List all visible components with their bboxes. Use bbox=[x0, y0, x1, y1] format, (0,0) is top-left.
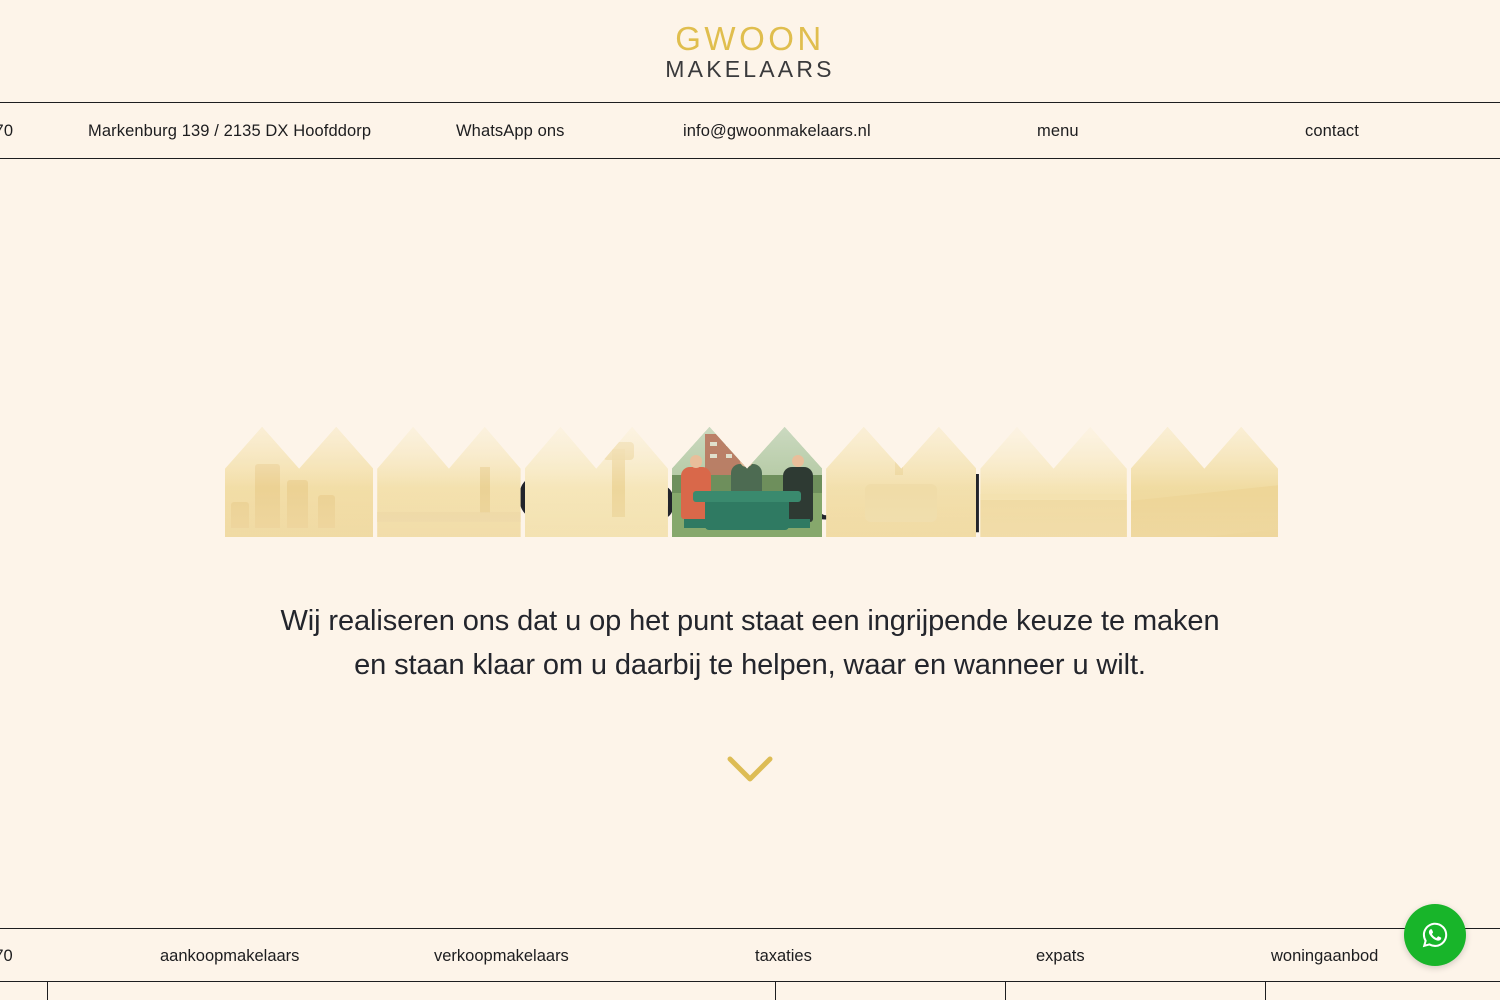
bottom-nav-expats[interactable]: expats bbox=[1036, 929, 1085, 983]
top-nav-email[interactable]: info@gwoonmakelaars.nl bbox=[683, 103, 871, 159]
rail-divider bbox=[1265, 982, 1266, 1000]
rail-divider bbox=[47, 982, 48, 1000]
bottom-nav-phone[interactable]: 0670 bbox=[0, 929, 13, 983]
tile-watertower[interactable] bbox=[524, 427, 668, 537]
bottom-navigation: 0670 aankoopmakelaars verkoopmakelaars t… bbox=[0, 928, 1500, 982]
top-navigation: 0670 Markenburg 139 / 2135 DX Hoofddorp … bbox=[0, 103, 1500, 159]
tile-artwork bbox=[980, 427, 1127, 537]
tile-dunes[interactable] bbox=[1130, 427, 1278, 537]
chevron-down-icon bbox=[727, 756, 773, 782]
tile-artwork bbox=[826, 427, 977, 537]
hero-paragraph-line-1: Wij realiseren ons dat u op het punt sta… bbox=[280, 605, 1220, 637]
bottom-nav-verkoopmakelaars[interactable]: verkoopmakelaars bbox=[434, 929, 569, 983]
page-root: GWOON MAKELAARS 0670 Markenburg 139 / 21… bbox=[0, 0, 1500, 1000]
whatsapp-icon bbox=[1422, 922, 1448, 948]
logo-wordmark-primary: GWOON bbox=[675, 19, 825, 57]
bottom-nav-woningaanbod[interactable]: woningaanbod bbox=[1271, 929, 1378, 983]
site-header: GWOON MAKELAARS bbox=[0, 0, 1500, 103]
hero-section: Gewoon thuis in | bbox=[0, 159, 1500, 928]
tile-artwork bbox=[377, 427, 521, 537]
tile-artwork bbox=[225, 427, 374, 537]
logo-wordmark-secondary: MAKELAARS bbox=[665, 55, 835, 82]
tile-polder-field[interactable] bbox=[980, 427, 1127, 537]
tile-artwork bbox=[1130, 427, 1278, 537]
top-nav-contact[interactable]: contact bbox=[1305, 103, 1359, 159]
tile-windmill[interactable] bbox=[377, 427, 521, 537]
bottom-rail bbox=[0, 982, 1500, 1000]
top-nav-phone[interactable]: 0670 bbox=[0, 103, 13, 159]
bottom-nav-aankoopmakelaars[interactable]: aankoopmakelaars bbox=[160, 929, 299, 983]
hero-paragraph-line-2: en staan klaar om u daarbij te helpen, w… bbox=[354, 649, 1146, 682]
house-image-strip bbox=[225, 427, 1278, 537]
tile-city-highrise[interactable] bbox=[225, 427, 374, 537]
bottom-nav-taxaties[interactable]: taxaties bbox=[755, 929, 812, 983]
tile-team-photo[interactable] bbox=[671, 427, 823, 537]
top-nav-whatsapp[interactable]: WhatsApp ons bbox=[456, 103, 565, 159]
scroll-down-button[interactable] bbox=[722, 751, 778, 787]
rail-divider bbox=[1005, 982, 1006, 1000]
rail-divider bbox=[775, 982, 776, 1000]
tile-fort[interactable] bbox=[826, 427, 977, 537]
tile-artwork bbox=[671, 427, 823, 537]
tile-artwork bbox=[524, 427, 668, 537]
whatsapp-float-button[interactable] bbox=[1404, 904, 1466, 966]
top-nav-menu[interactable]: menu bbox=[1037, 103, 1079, 159]
hero-paragraph: Wij realiseren ons dat u op het punt sta… bbox=[0, 599, 1500, 687]
top-nav-address[interactable]: Markenburg 139 / 2135 DX Hoofddorp bbox=[88, 103, 371, 159]
site-logo[interactable]: GWOON MAKELAARS bbox=[665, 22, 834, 81]
